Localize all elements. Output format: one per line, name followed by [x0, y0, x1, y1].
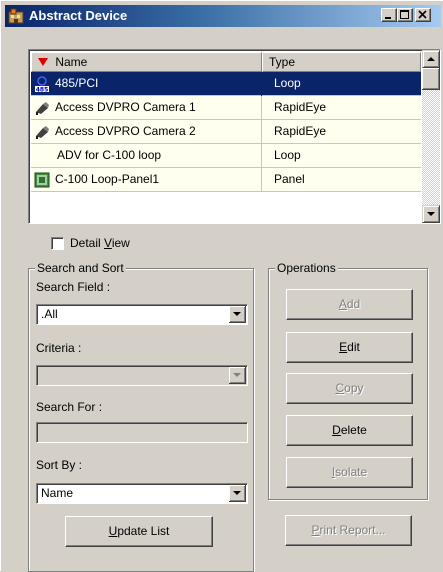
maximize-icon [400, 10, 409, 19]
maximize-button[interactable] [397, 8, 413, 22]
column-header-type-label: Type [269, 55, 296, 69]
list-row-adv-c100[interactable]: ADV for C-100 loop Loop [31, 144, 421, 168]
detail-view-label: Detail View [70, 236, 130, 250]
abstract-device-window: Abstract Device Name Type 485 485/PCI Lo… [0, 0, 443, 572]
criteria-label: Criteria : [36, 341, 82, 355]
scroll-down-button[interactable] [422, 205, 440, 223]
search-field-combo[interactable]: .All [36, 304, 248, 325]
search-for-input[interactable] [36, 422, 248, 443]
row-type-label: Loop [274, 148, 301, 162]
list-row-camera-2[interactable]: Access DVPRO Camera 2 RapidEye [31, 120, 421, 144]
chevron-down-icon [233, 491, 241, 495]
list-vertical-scrollbar[interactable] [422, 50, 440, 223]
search-field-value: .All [41, 307, 58, 321]
row-name-label: Access DVPRO Camera 1 [55, 100, 196, 114]
row-name-cell: C-100 Loop-Panel1 [31, 168, 262, 192]
edit-button[interactable]: Edit [286, 332, 413, 363]
copy-button[interactable]: Copy [286, 373, 413, 404]
search-field-label: Search Field : [36, 280, 111, 294]
scroll-thumb[interactable] [422, 68, 440, 90]
delete-button[interactable]: Delete [286, 415, 413, 446]
list-row-c100-panel[interactable]: C-100 Loop-Panel1 Panel [31, 168, 421, 192]
app-icon [8, 8, 24, 24]
isolate-button[interactable]: Isolate [286, 457, 413, 488]
row-name-label: C-100 Loop-Panel1 [55, 172, 160, 186]
camera-icon [36, 126, 49, 139]
chevron-down-icon [233, 373, 241, 377]
operations-legend: Operations [275, 261, 338, 275]
search-and-sort-legend: Search and Sort [35, 261, 126, 275]
arrow-down-icon [427, 212, 435, 216]
close-icon [418, 10, 427, 19]
camera-icon [36, 102, 49, 115]
svg-text:485: 485 [36, 87, 49, 93]
list-row-camera-1[interactable]: Access DVPRO Camera 1 RapidEye [31, 96, 421, 120]
list-header: Name Type [31, 52, 421, 72]
column-header-name-label: Name [55, 55, 88, 69]
detail-view-box[interactable] [51, 237, 64, 250]
update-list-button[interactable]: Update List [65, 516, 213, 547]
arrow-up-icon [427, 57, 435, 61]
row-type-label: RapidEye [274, 100, 327, 114]
row-name-cell: Access DVPRO Camera 1 [31, 96, 262, 120]
row-name-cell: ADV for C-100 loop [31, 144, 262, 168]
sort-by-label: Sort By : [36, 458, 83, 472]
minimize-button[interactable] [381, 8, 397, 22]
sort-by-dropdown-button[interactable] [229, 485, 246, 502]
485-loop-icon: 485 [35, 76, 49, 93]
close-button[interactable] [415, 8, 431, 22]
sort-descending-icon [38, 53, 52, 71]
row-type-label: Loop [274, 76, 301, 90]
criteria-combo[interactable] [36, 365, 248, 386]
row-name-label: ADV for C-100 loop [57, 148, 162, 162]
sort-by-value: Name [41, 486, 74, 500]
operations-group: Operations Add Edit Copy Delete Isolate [268, 261, 428, 500]
row-name-cell: 485 485/PCI [31, 72, 262, 96]
search-field-dropdown-button[interactable] [229, 306, 246, 323]
column-header-type[interactable]: Type [262, 52, 421, 72]
title-bar[interactable]: Abstract Device [5, 5, 441, 27]
chevron-down-icon [233, 312, 241, 316]
row-name-label: Access DVPRO Camera 2 [55, 124, 196, 138]
row-name-cell: Access DVPRO Camera 2 [31, 120, 262, 144]
search-for-label: Search For : [36, 400, 103, 414]
add-button[interactable]: Add [286, 289, 413, 320]
row-type-label: RapidEye [274, 124, 327, 138]
criteria-dropdown-button[interactable] [229, 367, 246, 384]
column-header-name[interactable]: Name [31, 52, 262, 72]
device-list[interactable]: Name Type 485 485/PCI Loop Access DVPRO … [28, 49, 441, 224]
search-and-sort-group: Search and Sort Search Field : .All Crit… [28, 261, 254, 572]
row-name-label: 485/PCI [55, 76, 99, 90]
sort-by-combo[interactable]: Name [36, 483, 248, 504]
minimize-icon [385, 17, 391, 19]
print-report-button[interactable]: Print Report... [285, 515, 412, 546]
scroll-up-button[interactable] [422, 50, 440, 68]
list-row-485-pci[interactable]: 485 485/PCI Loop [31, 72, 421, 96]
panel-icon [34, 172, 50, 188]
window-title: Abstract Device [29, 8, 128, 23]
row-type-label: Panel [274, 172, 305, 186]
